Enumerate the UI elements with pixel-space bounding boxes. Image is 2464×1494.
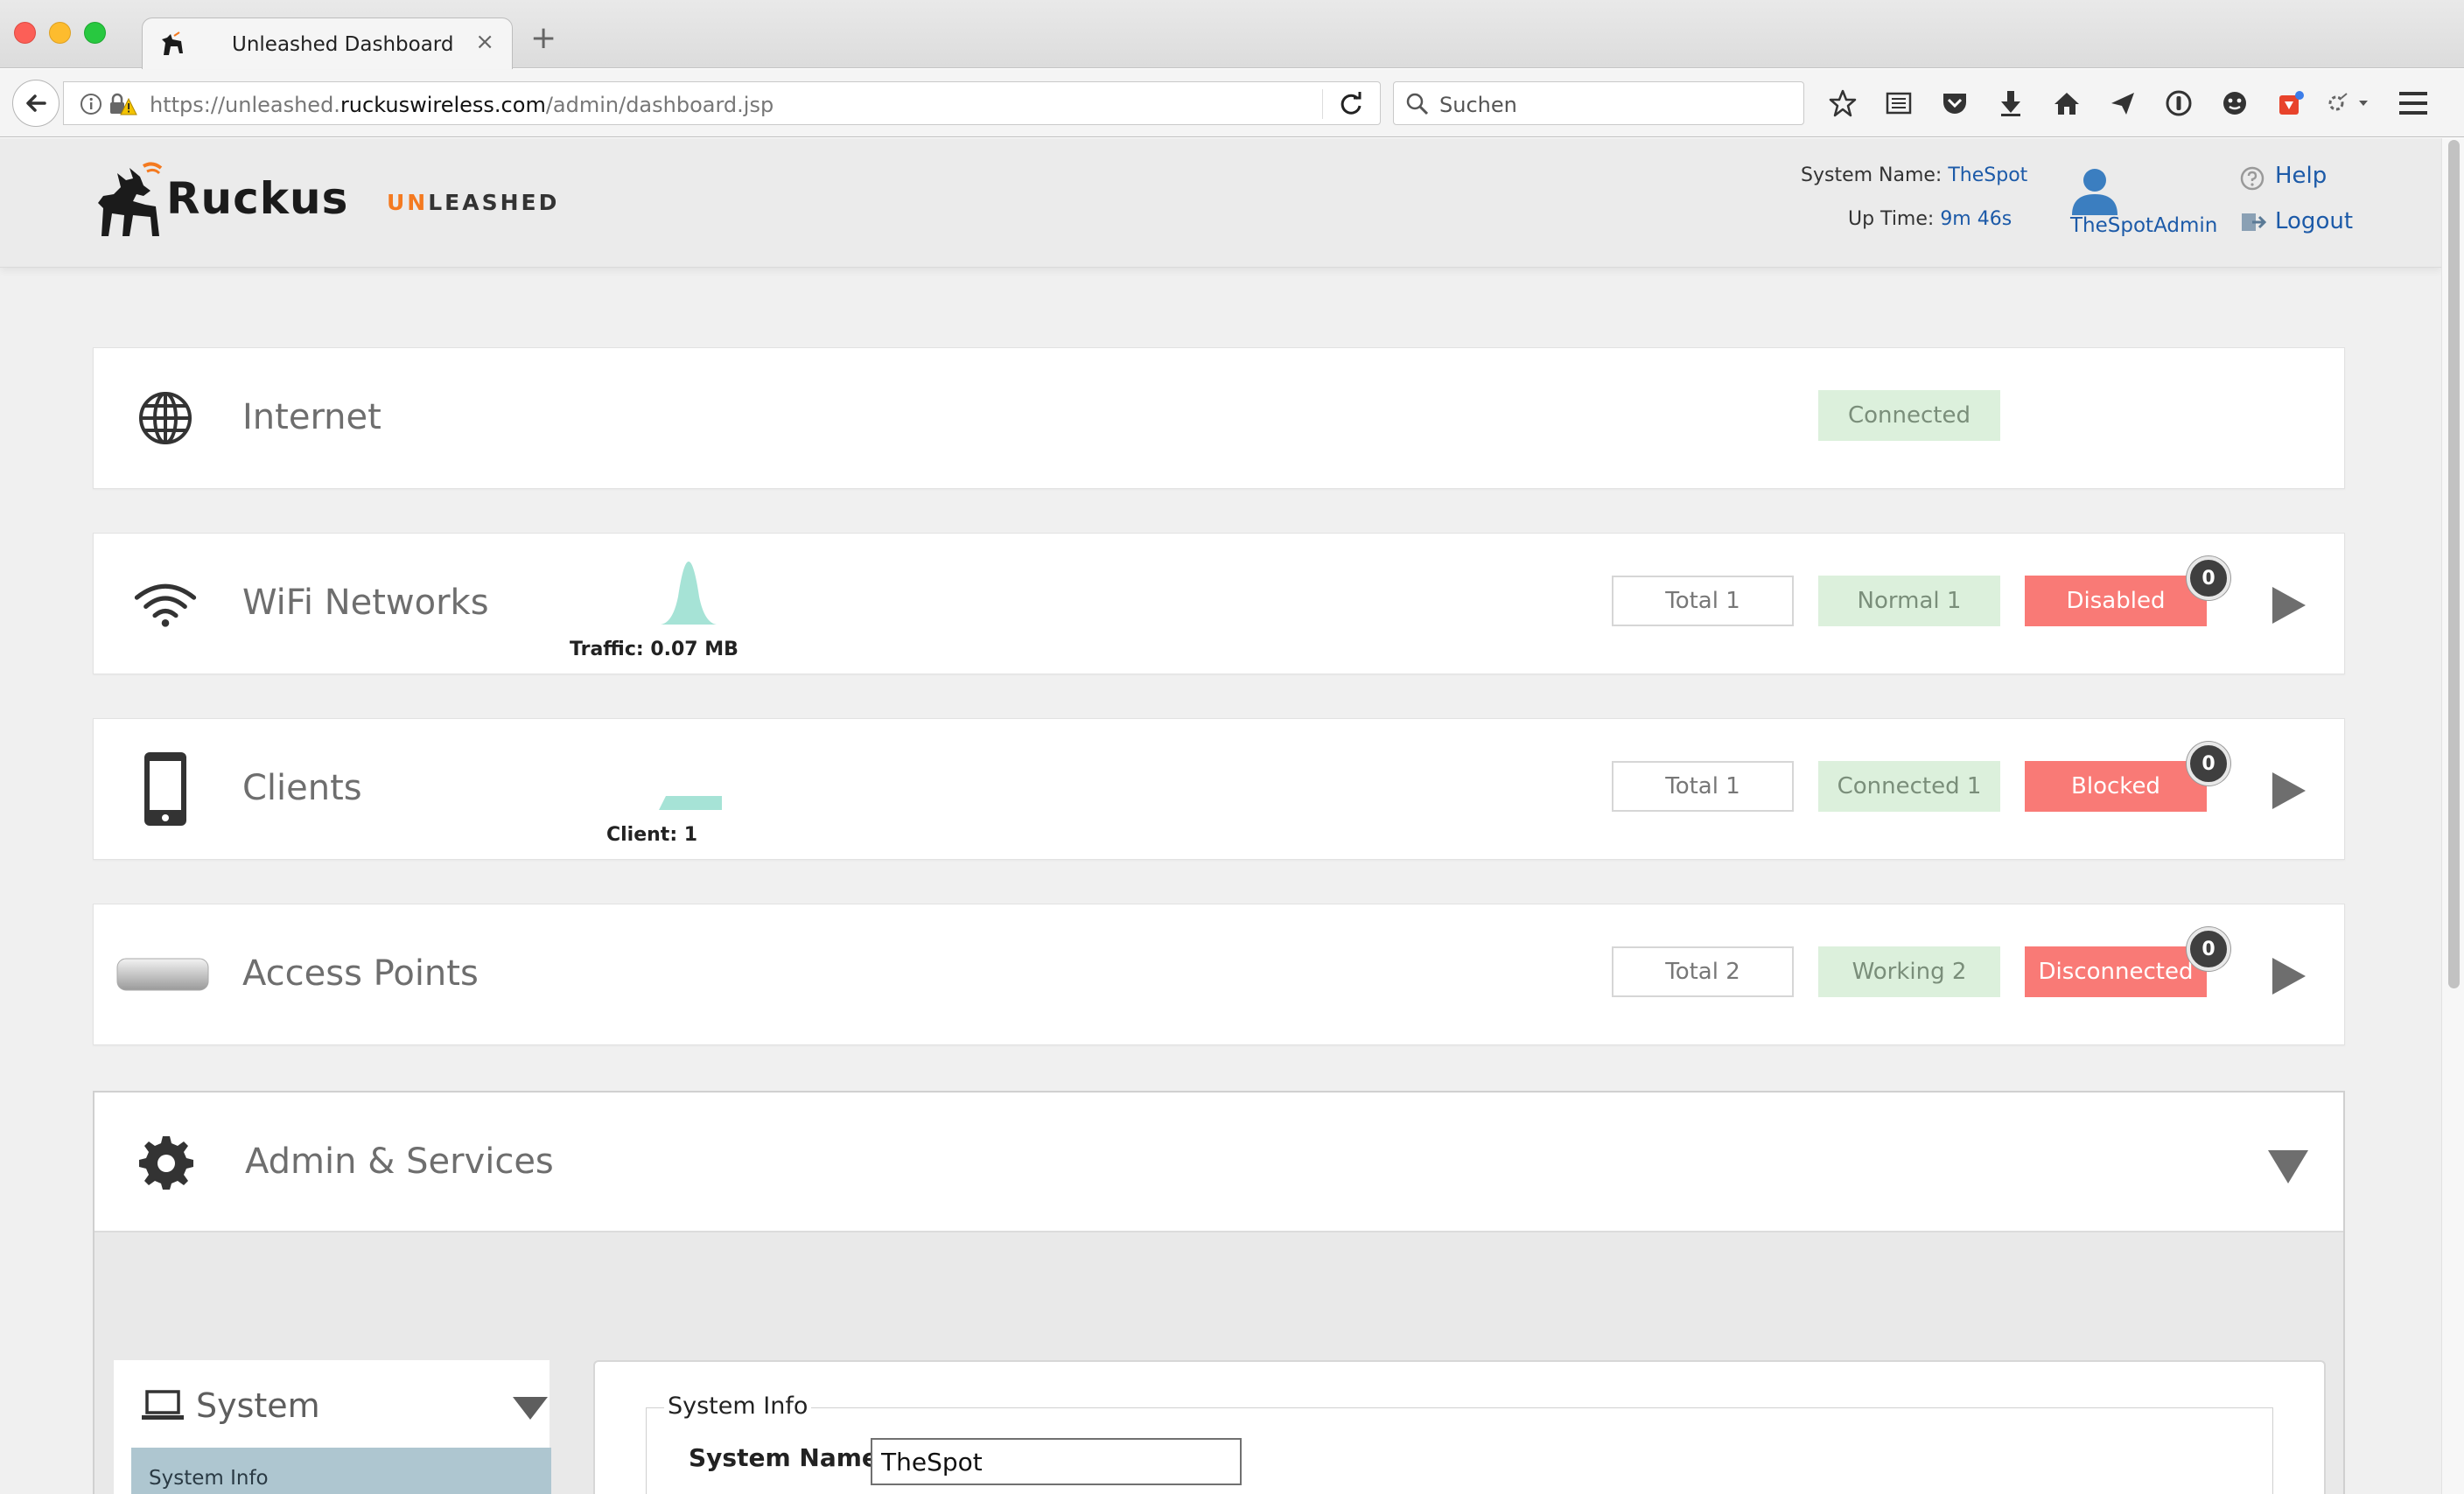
help-link[interactable]: Help (2275, 163, 2327, 189)
collapse-arrow-icon[interactable] (2268, 1150, 2308, 1183)
aps-working-badge[interactable]: Working 2 (1818, 946, 2000, 997)
access-points-panel[interactable]: Access Points Total 2 Working 2 Disconne… (93, 904, 2345, 1045)
search-input[interactable]: Suchen (1439, 93, 1517, 117)
wifi-networks-panel[interactable]: WiFi Networks Traffic: 0.07 MB Total 1 N… (93, 533, 2345, 674)
admin-sidebar: System System Info (114, 1360, 551, 1494)
menu-hamburger-icon[interactable] (2398, 88, 2429, 118)
ruckus-logo-text: Ruckus (166, 173, 349, 224)
sidebar-system-header[interactable]: System (142, 1386, 320, 1425)
browser-nav-bar: https://unleashed.ruckuswireless.com/adm… (0, 69, 2464, 137)
clients-blocked-count: 0 (2187, 742, 2230, 785)
expand-arrow-icon[interactable] (2272, 958, 2306, 995)
help-icon[interactable] (2240, 166, 2264, 191)
user-name-link[interactable]: TheSpotAdmin (2070, 214, 2217, 237)
back-button[interactable] (12, 80, 60, 127)
panel-title: Internet (242, 397, 382, 437)
window-minimize-button[interactable] (49, 22, 71, 44)
url-text[interactable]: https://unleashed.ruckuswireless.com/adm… (150, 93, 774, 117)
wifi-icon (134, 572, 197, 635)
url-separator (1322, 89, 1323, 119)
reload-icon[interactable] (1336, 89, 1366, 119)
scrollbar-thumb[interactable] (2448, 140, 2460, 988)
emoji-icon[interactable] (2207, 81, 2263, 125)
mobile-phone-icon (134, 752, 197, 826)
reading-list-icon[interactable] (1871, 81, 1927, 125)
tab-title: Unleashed Dashboard (232, 33, 454, 56)
window-close-button[interactable] (14, 22, 36, 44)
traffic-sparkline (661, 562, 717, 625)
clients-blocked-badge[interactable]: Blocked (2025, 761, 2207, 812)
admin-services-header[interactable]: Admin & Services (94, 1093, 2343, 1232)
access-point-device-icon (115, 943, 211, 1006)
browser-tab-bar: Unleashed Dashboard × + (0, 0, 2464, 70)
window-zoom-button[interactable] (84, 22, 106, 44)
panel-title: WiFi Networks (242, 583, 489, 623)
panel-title: Access Points (242, 953, 479, 994)
wifi-total-badge[interactable]: Total 1 (1612, 576, 1794, 626)
sidebar-title: System (196, 1386, 320, 1425)
system-info-fieldset: System Info System Name* (646, 1393, 2273, 1494)
ruckus-dog-logo-icon (98, 162, 163, 236)
client-label: Client: 1 (606, 824, 698, 846)
wifi-disabled-count: 0 (2187, 556, 2230, 600)
page-scrollbar[interactable] (2441, 138, 2464, 1494)
internet-panel[interactable]: Internet Connected (93, 347, 2345, 489)
gear-icon (135, 1131, 198, 1194)
app-viewport: Ruckus UNLEASHED System Name: TheSpot Up… (0, 138, 2441, 1494)
info-icon[interactable] (80, 93, 102, 115)
unleashed-logo: UNLEASHED (387, 190, 560, 215)
expand-arrow-icon[interactable] (2272, 772, 2306, 809)
globe-icon (134, 387, 197, 450)
clients-connected-badge[interactable]: Connected 1 (1818, 761, 2000, 812)
system-name-input[interactable] (871, 1438, 1242, 1485)
send-icon[interactable] (2095, 81, 2151, 125)
pocket-icon[interactable] (1927, 81, 1983, 125)
logout-icon[interactable] (2240, 210, 2266, 234)
app-header: Ruckus UNLEASHED System Name: TheSpot Up… (0, 138, 2441, 268)
password-manager-icon[interactable] (2151, 81, 2207, 125)
new-tab-button[interactable]: + (530, 23, 556, 54)
aps-disconnected-badge[interactable]: Disconnected (2025, 946, 2207, 997)
expand-arrow-icon[interactable] (2272, 587, 2306, 624)
user-avatar-icon[interactable] (2067, 166, 2123, 215)
search-bar[interactable]: Suchen (1393, 81, 1804, 125)
browser-toolbar (1815, 81, 2375, 125)
admin-services-panel: Admin & Services System System Info Syst… (93, 1091, 2345, 1494)
fieldset-legend: System Info (664, 1393, 812, 1420)
extension-gear-dropdown-icon[interactable] (2319, 81, 2375, 125)
sidebar-caret-icon[interactable] (513, 1397, 548, 1420)
back-arrow-icon (26, 94, 46, 112)
uptime-readout: Up Time: 9m 46s (1848, 208, 2012, 230)
address-bar[interactable]: https://unleashed.ruckuswireless.com/adm… (63, 81, 1381, 125)
clients-panel[interactable]: Clients Client: 1 Total 1 Connected 1 Bl… (93, 718, 2345, 860)
laptop-icon (142, 1390, 184, 1420)
system-info-content: System Info System Name* (593, 1360, 2326, 1494)
insecure-lock-warning-icon[interactable] (108, 92, 137, 116)
search-icon (1406, 93, 1429, 115)
internet-status-badge: Connected (1818, 390, 2000, 441)
ruckus-favicon-icon (162, 31, 183, 55)
clients-total-badge[interactable]: Total 1 (1612, 761, 1794, 812)
wifi-disabled-badge[interactable]: Disabled (2025, 576, 2207, 626)
home-icon[interactable] (2039, 81, 2095, 125)
sidebar-item-system-info[interactable]: System Info (131, 1448, 551, 1494)
system-name-readout: System Name: TheSpot (1801, 164, 2028, 186)
panel-title: Clients (242, 768, 362, 808)
logout-link[interactable]: Logout (2275, 208, 2353, 234)
bookmark-star-icon[interactable] (1815, 81, 1871, 125)
aps-total-badge[interactable]: Total 2 (1612, 946, 1794, 997)
extension-badge-icon[interactable] (2263, 81, 2319, 125)
traffic-label: Traffic: 0.07 MB (570, 639, 738, 660)
tab-close-icon[interactable]: × (475, 29, 494, 55)
panel-title: Admin & Services (245, 1141, 554, 1182)
browser-tab[interactable]: Unleashed Dashboard × (142, 17, 513, 70)
system-name-label: System Name* (689, 1443, 892, 1472)
aps-disconnected-count: 0 (2187, 927, 2230, 971)
download-icon[interactable] (1983, 81, 2039, 125)
wifi-normal-badge[interactable]: Normal 1 (1818, 576, 2000, 626)
client-sparkline (659, 796, 722, 810)
